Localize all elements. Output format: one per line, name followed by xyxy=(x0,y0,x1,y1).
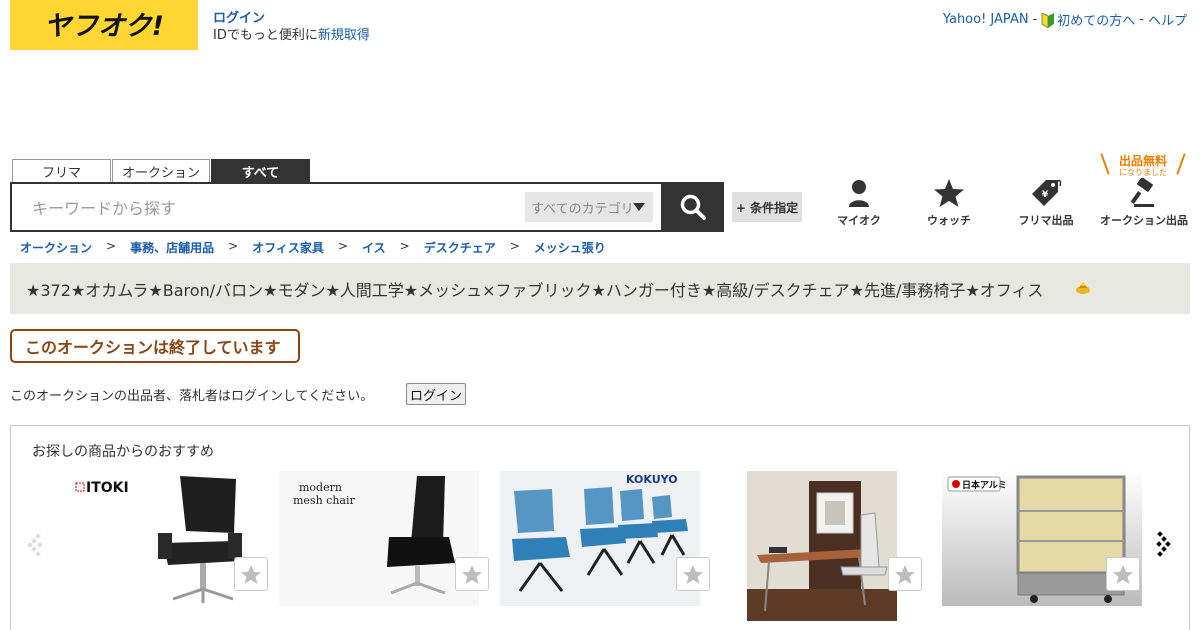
item-title-bar: ★372★オカムラ★Baron/バロン★モダン★人間工学★メッシュ×ファブリック… xyxy=(10,263,1190,314)
yahoo-japan-link[interactable]: Yahoo! JAPAN xyxy=(943,12,1029,27)
search-box: すべてのカテゴリ xyxy=(10,182,663,232)
nav-furima-sell[interactable]: ¥ フリマ出品 xyxy=(1001,178,1091,228)
nav-watch[interactable]: ウォッチ xyxy=(904,178,994,228)
product-image: ITOKI xyxy=(58,471,258,606)
login-link[interactable]: ログイン xyxy=(213,11,265,26)
recommended-product[interactable]: 日本アルミ xyxy=(942,471,1142,606)
signup-link[interactable]: 新規取得 xyxy=(318,28,370,43)
beginners-link[interactable]: 初めての方へ xyxy=(1041,10,1135,29)
star-icon xyxy=(1113,564,1133,584)
svg-text:ヤフオク!: ヤフオク! xyxy=(44,11,164,42)
watch-star-button[interactable] xyxy=(888,557,922,591)
watch-star-button[interactable] xyxy=(455,557,489,591)
product-image: modern mesh chair xyxy=(279,471,479,606)
login-notice: このオークションの出品者、落札者はログインしてください。 xyxy=(10,389,374,404)
carousel-prev-icon[interactable] xyxy=(26,532,46,558)
item-title: ★372★オカムラ★Baron/バロン★モダン★人間工学★メッシュ×ファブリック… xyxy=(26,280,1044,300)
link-separator: - xyxy=(1032,12,1038,27)
svg-text:¥: ¥ xyxy=(1042,190,1049,200)
user-icon xyxy=(849,180,869,207)
blue-chairs-image: KOKUYO xyxy=(512,473,688,592)
nav-auction-sell[interactable]: オークション出品 xyxy=(1099,178,1189,228)
search-input[interactable] xyxy=(32,196,512,220)
svg-text:mesh chair: mesh chair xyxy=(293,494,355,507)
star-icon xyxy=(895,564,915,584)
search-icon xyxy=(680,194,706,220)
svg-text:ITOKI: ITOKI xyxy=(86,480,129,496)
breadcrumb-item[interactable]: イス xyxy=(362,239,386,256)
mesh-chair-image: modern mesh chair xyxy=(293,476,455,595)
breadcrumb-item[interactable]: デスクチェア xyxy=(424,239,496,256)
breadcrumb-item[interactable]: 事務、店舗用品 xyxy=(130,239,214,256)
watch-star-button[interactable] xyxy=(234,557,268,591)
office-chair-image: ITOKI xyxy=(75,476,242,603)
free-listing-sub: になりました xyxy=(1119,168,1167,177)
price-tag-icon: ¥ xyxy=(1032,179,1062,206)
recommended-product[interactable]: modern mesh chair xyxy=(279,471,489,606)
recommendations-panel: お探しの商品からのおすすめ ITOKI modern mesh chair KO… xyxy=(10,425,1190,630)
login-sub-text: IDでもっと便利に xyxy=(213,28,318,43)
nav-my-auction-label: マイオク xyxy=(837,214,881,227)
carousel-next-icon[interactable] xyxy=(1155,530,1175,558)
link-separator: - xyxy=(1139,12,1144,27)
nav-furima-sell-label: フリマ出品 xyxy=(1018,214,1074,227)
category-select[interactable]: すべてのカテゴリ xyxy=(525,192,653,222)
header-links: Yahoo! JAPAN - 初めての方へ - ヘルプ xyxy=(943,10,1187,29)
login-sub: IDでもっと便利に新規取得 xyxy=(213,27,370,44)
recommendations-title: お探しの商品からのおすすめ xyxy=(32,444,214,460)
recommended-product[interactable] xyxy=(746,471,922,621)
condition-button[interactable]: + 条件指定 xyxy=(732,192,802,222)
yahuoku-logo[interactable]: ヤフオク! xyxy=(10,0,198,50)
help-link[interactable]: ヘルプ xyxy=(1148,10,1187,29)
tab-all[interactable]: すべて xyxy=(211,159,310,182)
gavel-icon xyxy=(1130,178,1154,207)
product-image xyxy=(747,471,897,621)
login-button[interactable]: ログイン xyxy=(406,383,466,405)
nav-my-auction[interactable]: マイオク xyxy=(814,178,904,228)
breadcrumb-separator: > xyxy=(106,239,117,253)
breadcrumb: オークション > 事務、店舗用品 > オフィス家具 > イス > デスクチェア … xyxy=(20,239,606,256)
chevron-down-icon xyxy=(633,203,645,211)
new-item-icon xyxy=(1076,282,1090,294)
auction-ended-notice: このオークションは終了しています xyxy=(10,329,300,363)
category-select-value: すべてのカテゴリ xyxy=(531,201,634,217)
room-desk-image xyxy=(747,471,897,621)
breadcrumb-separator: > xyxy=(337,239,348,253)
recommended-product[interactable]: ITOKI xyxy=(58,471,268,606)
svg-text:日本アルミ: 日本アルミ xyxy=(962,479,1007,491)
watch-star-button[interactable] xyxy=(676,557,710,591)
nav-watch-label: ウォッチ xyxy=(927,214,971,227)
breadcrumb-item[interactable]: オフィス家具 xyxy=(252,239,324,256)
tab-auction[interactable]: オークション xyxy=(112,159,210,182)
star-icon xyxy=(241,564,261,584)
watch-star-button[interactable] xyxy=(1106,557,1140,591)
free-listing-badge: 出品無料 になりました xyxy=(1100,152,1186,178)
breadcrumb-separator: > xyxy=(228,239,239,253)
nav-auction-sell-label: オークション出品 xyxy=(1100,214,1188,227)
search-button[interactable] xyxy=(662,182,724,232)
product-image: KOKUYO xyxy=(500,471,700,606)
star-icon xyxy=(462,564,482,584)
breadcrumb-item[interactable]: オークション xyxy=(20,239,92,256)
beginner-mark-icon xyxy=(1041,13,1055,28)
breadcrumb-item[interactable]: メッシュ張り xyxy=(534,239,606,256)
star-icon xyxy=(934,179,964,207)
login-block: ログイン IDでもっと便利に新規取得 xyxy=(213,10,370,44)
breadcrumb-separator: > xyxy=(509,239,520,253)
recommended-product[interactable]: KOKUYO xyxy=(500,471,710,606)
svg-text:modern: modern xyxy=(299,481,342,494)
beginners-link-label: 初めての方へ xyxy=(1057,14,1136,29)
svg-text:KOKUYO: KOKUYO xyxy=(626,473,678,486)
search-tabs: フリマ オークション すべて xyxy=(12,159,311,182)
auction-ended-text: このオークションは終了しています xyxy=(25,338,281,357)
star-icon xyxy=(683,564,703,584)
tab-furima[interactable]: フリマ xyxy=(12,159,111,182)
logo-wordmark: ヤフオク! xyxy=(44,11,164,42)
breadcrumb-separator: > xyxy=(399,239,410,253)
